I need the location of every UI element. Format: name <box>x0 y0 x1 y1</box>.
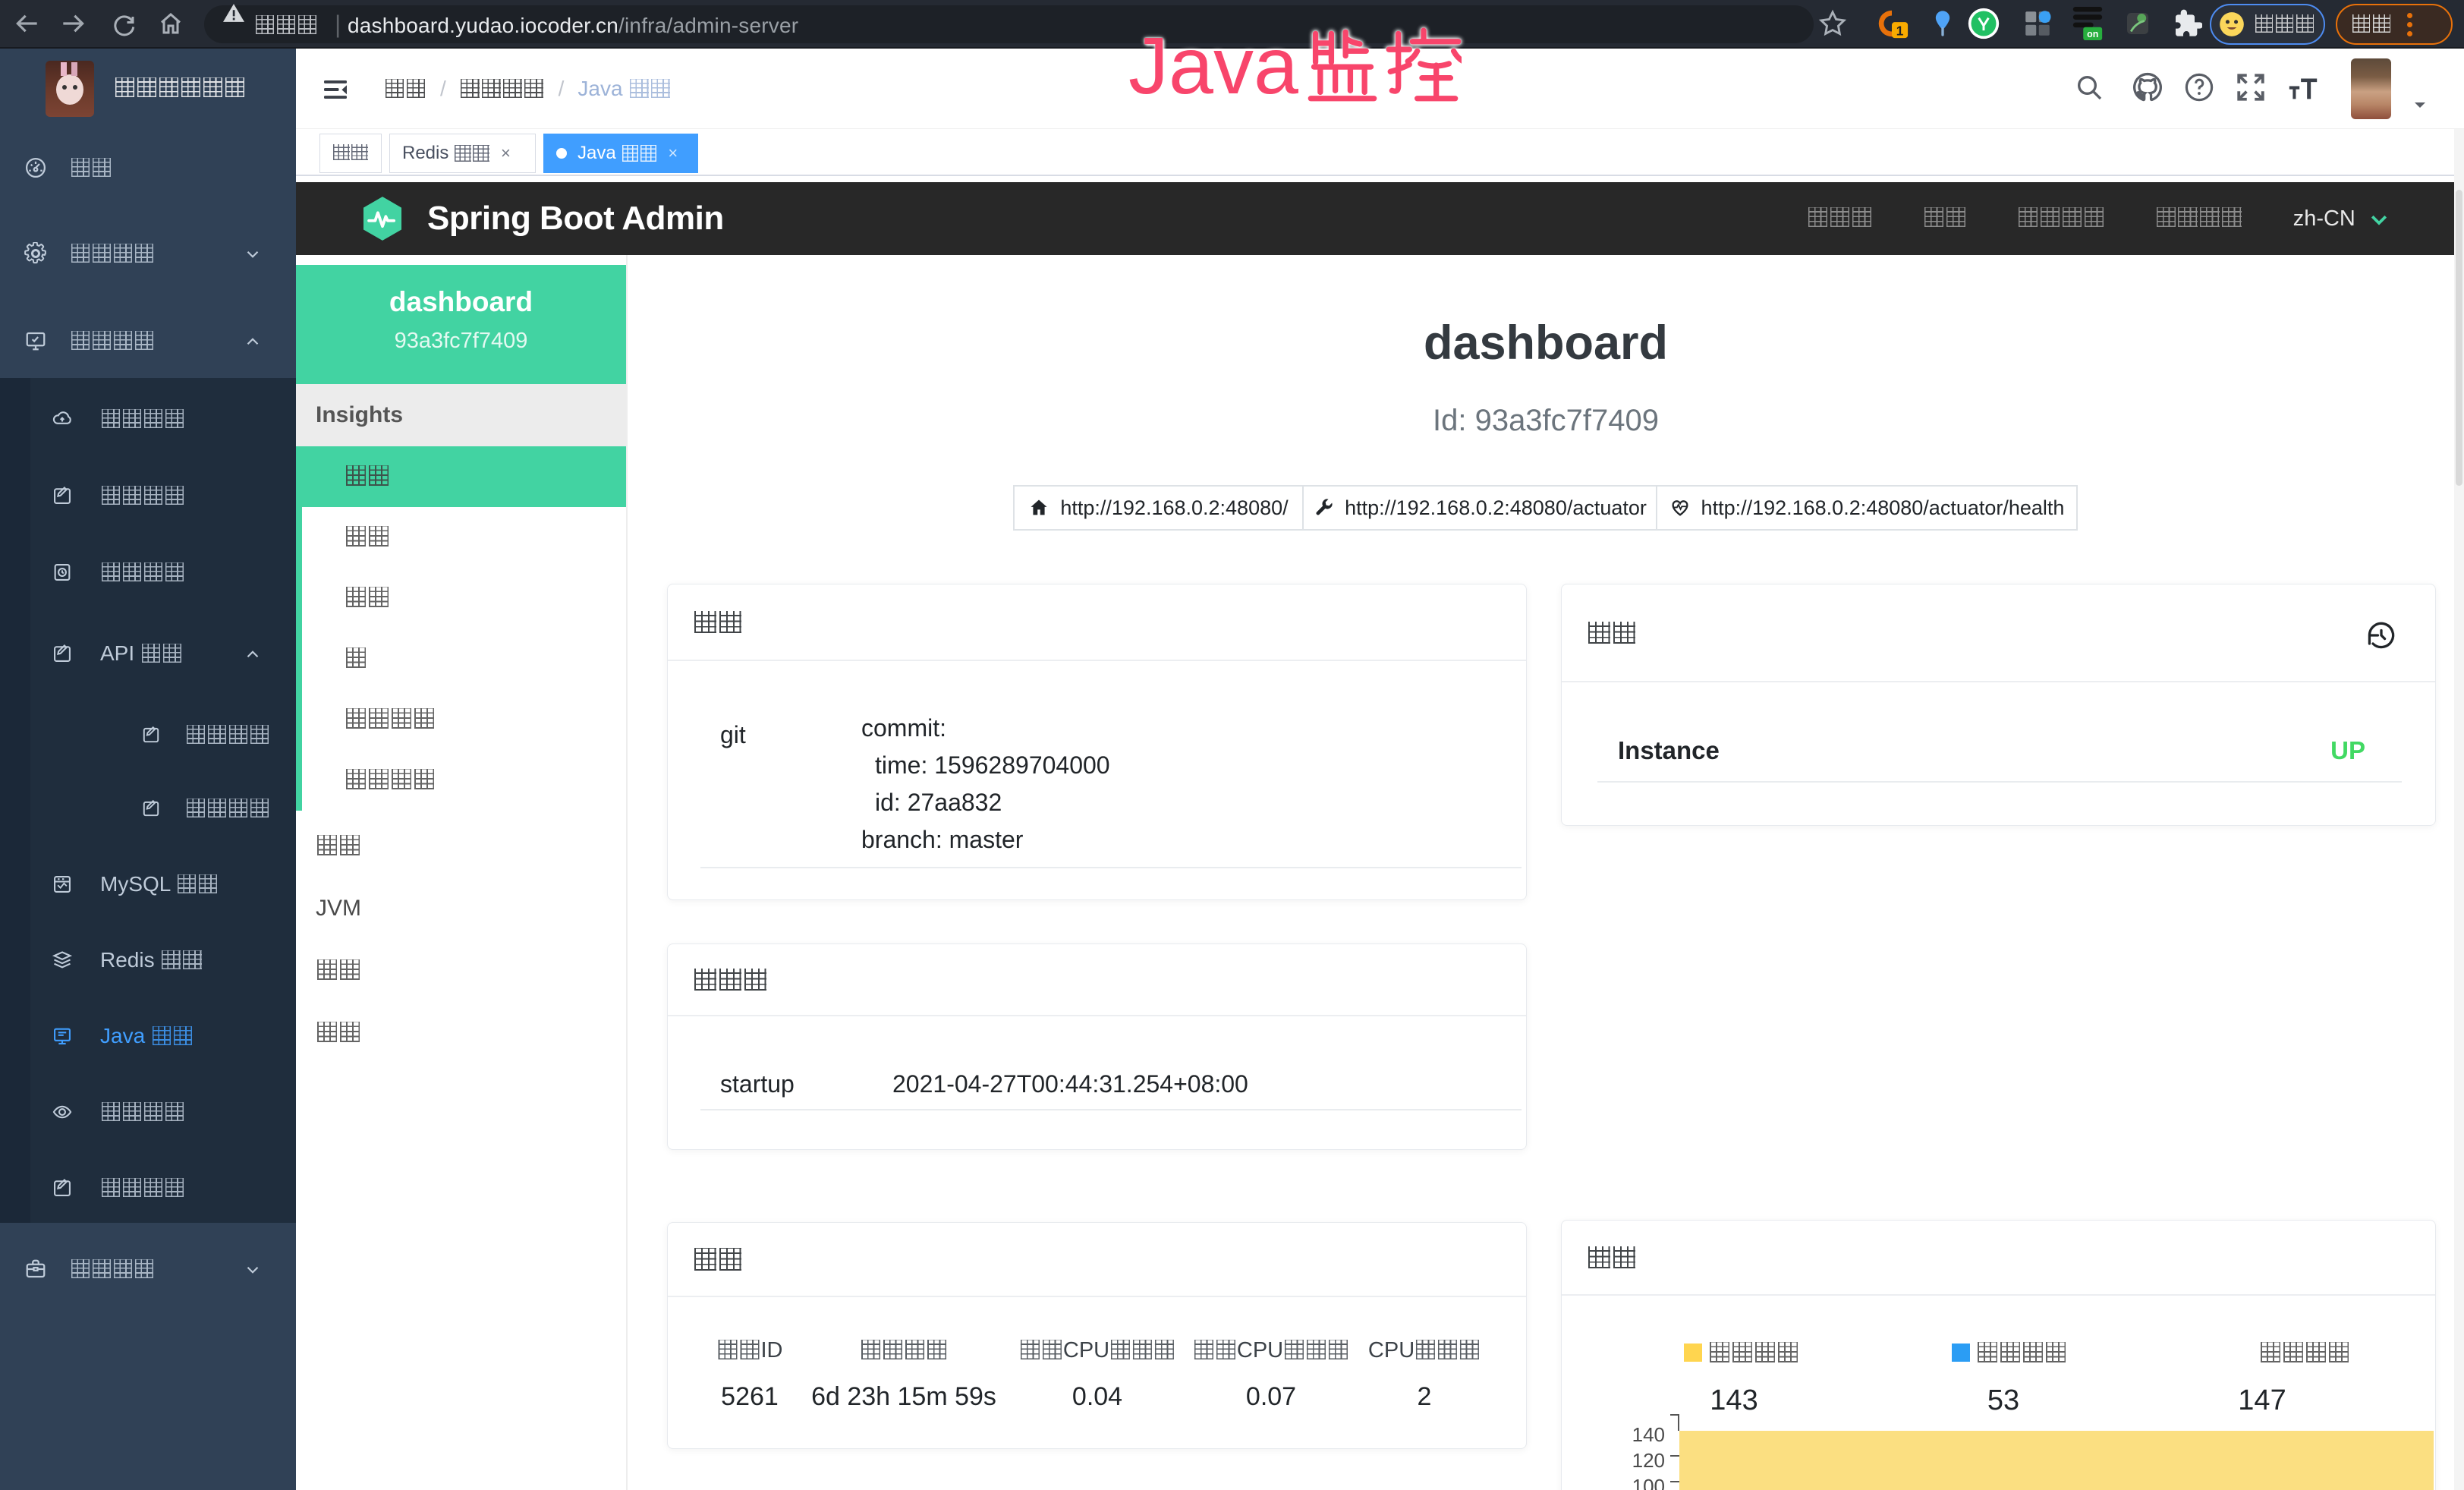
svg-text:1: 1 <box>1896 23 1904 38</box>
svg-text:on: on <box>2087 29 2098 39</box>
